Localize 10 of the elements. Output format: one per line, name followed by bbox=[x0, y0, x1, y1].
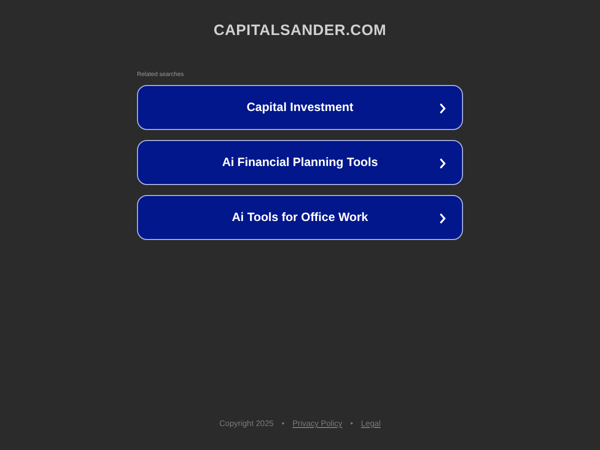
separator-dot: • bbox=[350, 418, 354, 430]
search-link[interactable]: Capital Investment bbox=[137, 84, 463, 130]
search-link[interactable]: Ai Tools for Office Work bbox=[137, 194, 463, 240]
separator-dot: • bbox=[282, 418, 284, 430]
chevron-right-icon bbox=[439, 212, 446, 224]
copyright-text: Copyright 2025 bbox=[219, 418, 274, 430]
site-title: CAPITALSANDER.COM bbox=[214, 21, 386, 41]
chevron-right-icon bbox=[439, 158, 446, 168]
chevron-right-icon bbox=[439, 102, 446, 114]
search-link[interactable]: Ai Financial Planning Tools bbox=[137, 140, 463, 184]
